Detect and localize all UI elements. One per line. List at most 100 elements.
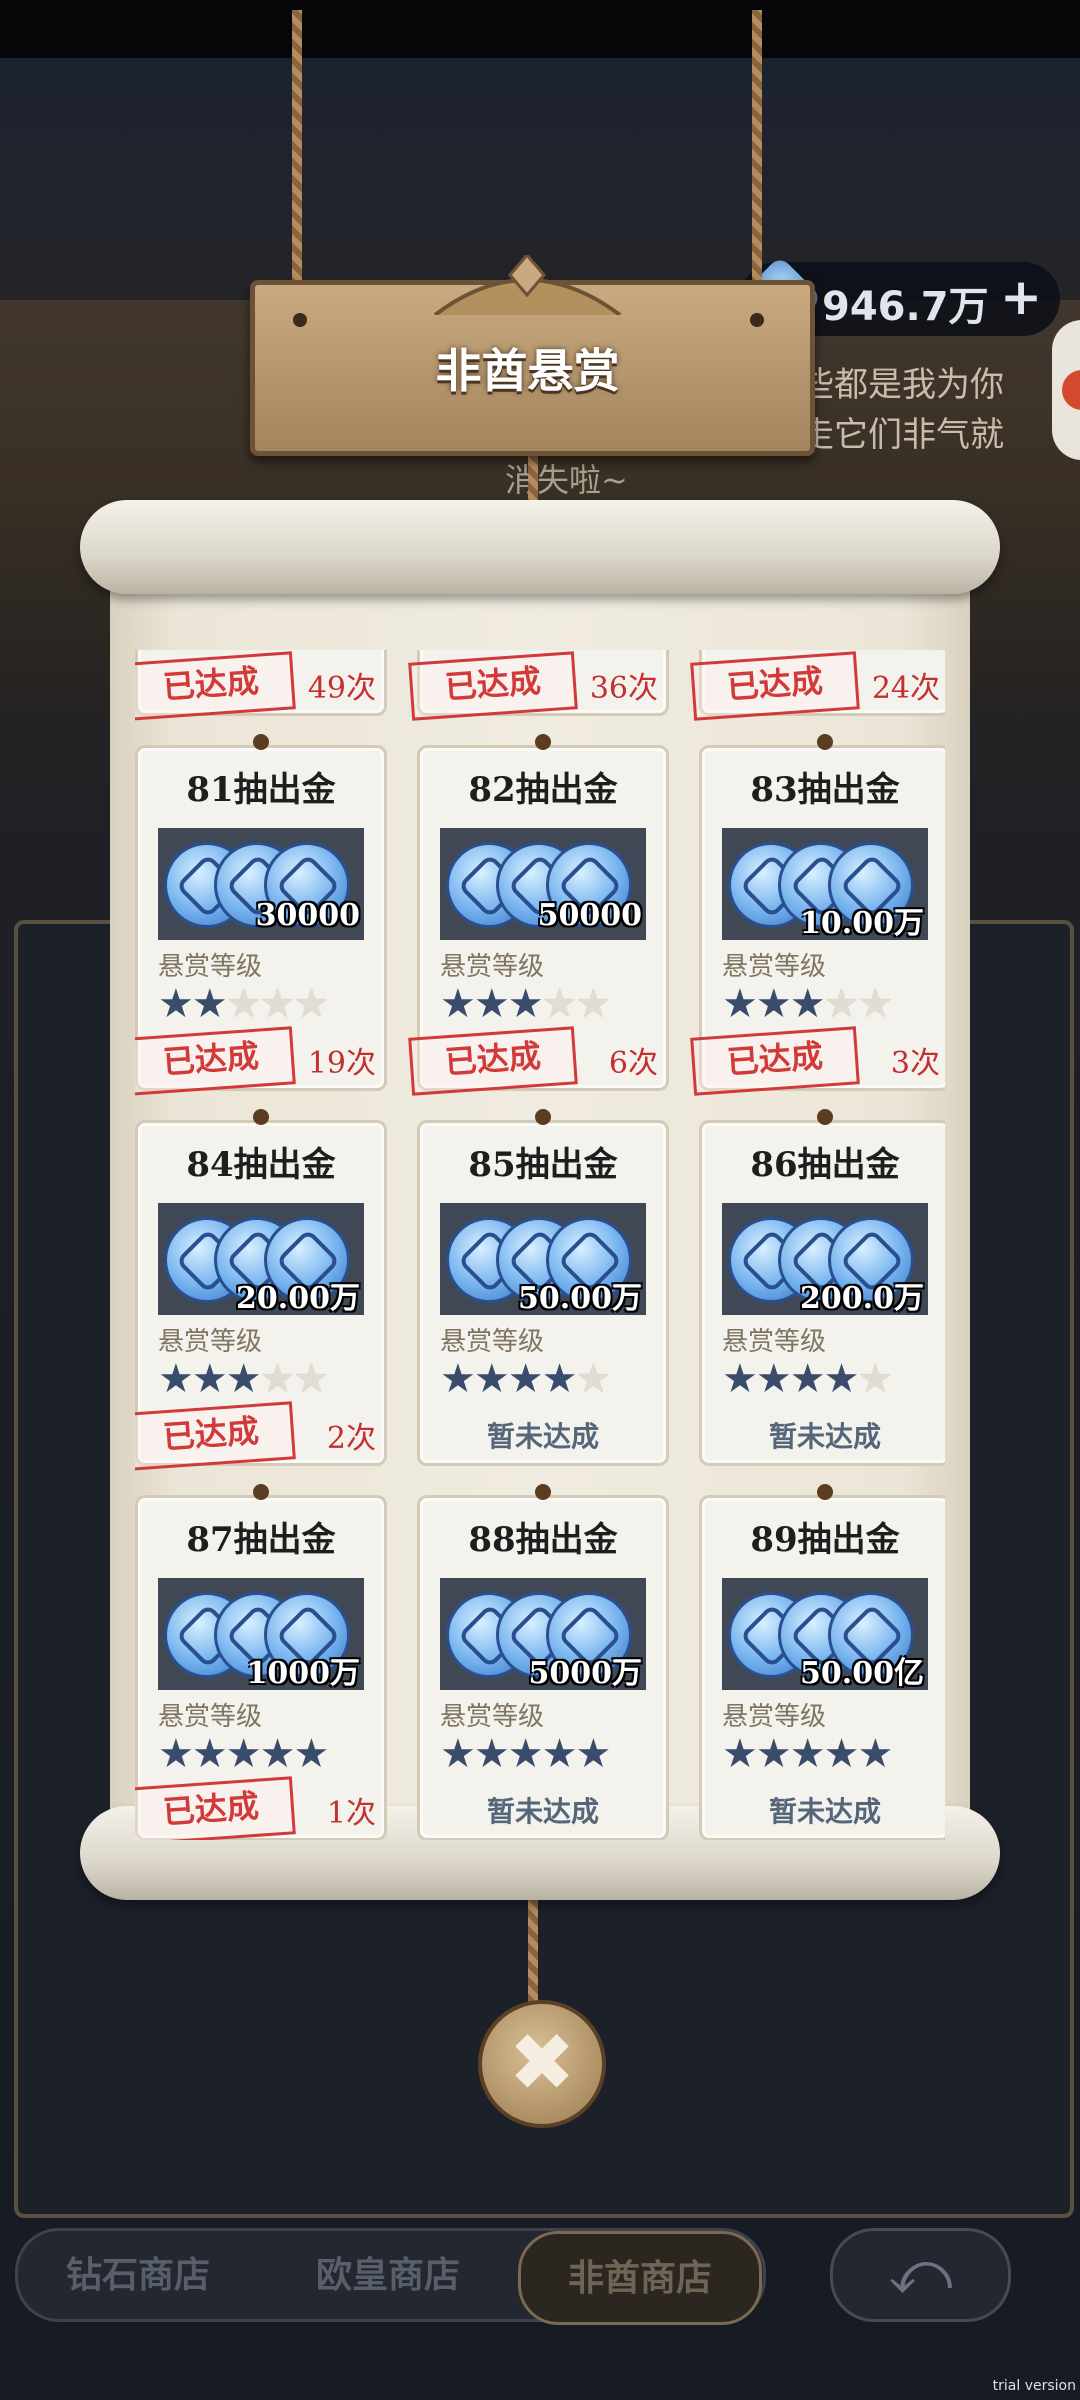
reward-amount: 5000万: [528, 1656, 643, 1691]
achieved-stamp: 已达成: [408, 1026, 578, 1096]
bounty-card[interactable]: 88抽出金 5000万 悬赏等级 ★★★★★ 暂未达成: [417, 1484, 669, 1840]
bounty-level-label: 悬赏等级: [440, 952, 545, 982]
bounty-card[interactable]: 89抽出金 50.00亿 悬赏等级 ★★★★★ 暂未达成: [699, 1484, 945, 1840]
bounty-title: 87抽出金: [186, 1520, 336, 1560]
star-rating: ★★★★★: [158, 1357, 368, 1401]
notification-dot-icon: [1062, 370, 1080, 410]
star-icon: ★: [541, 1731, 578, 1777]
bounty-card[interactable]: 87抽出金 1000万 悬赏等级 ★★★★★ 已达成 1次: [135, 1484, 387, 1840]
achieved-stamp: 已达成: [690, 1026, 860, 1096]
star-icon: ★: [158, 981, 194, 1027]
bounty-card[interactable]: 83抽出金 10.00万 悬赏等级 ★★★★★ 已达成 3次: [690, 734, 945, 1096]
achieved-stamp: 已达成: [135, 1026, 296, 1096]
bounty-grid[interactable]: ★★★★★已达成49次 ★★★★★已达成36次 ★★★★★已达成24次 81抽出金30…: [135, 650, 945, 1840]
reward-amount: 50.00亿: [800, 1656, 924, 1691]
achieved-count: 2次: [326, 1421, 376, 1456]
star-icon: ★: [225, 981, 262, 1027]
reward-amount: 20.00万: [236, 1281, 360, 1316]
star-icon: ★: [755, 1731, 792, 1777]
bounty-title: 84抽出金: [186, 1145, 336, 1185]
achieved-stamp: 已达成: [135, 1401, 296, 1471]
add-currency-button[interactable]: +: [1000, 268, 1042, 326]
status-bar: [0, 0, 1080, 58]
bounty-title: 88抽出金: [468, 1520, 618, 1560]
reward-amount: 50.00万: [518, 1281, 642, 1316]
bounty-level-label: 悬赏等级: [440, 1327, 545, 1357]
bounty-title: 85抽出金: [468, 1145, 618, 1185]
star-icon: ★: [293, 981, 329, 1027]
bounty-level-label: 悬赏等级: [722, 1327, 827, 1357]
star-icon: ★: [440, 981, 476, 1027]
reward-amount: 1000万: [246, 1656, 361, 1691]
bounty-card[interactable]: 82抽出金 50000 悬赏等级 ★★★★★ 已达成 6次: [408, 734, 669, 1096]
reward-amount: 200.0万: [800, 1281, 924, 1316]
achieved-stamp: 已达成: [135, 1776, 296, 1840]
star-icon: ★: [857, 981, 893, 1027]
star-icon: ★: [541, 1356, 578, 1402]
pin-icon: [535, 1484, 551, 1500]
tab-lucky-shop[interactable]: 欧皇商店: [268, 2231, 508, 2319]
star-icon: ★: [789, 1731, 826, 1777]
bounty-card[interactable]: 86抽出金 200.0万 悬赏等级 ★★★★★ 暂未达成: [699, 1109, 945, 1466]
bounty-card[interactable]: 85抽出金 50.00万 悬赏等级 ★★★★★ 暂未达成: [417, 1109, 669, 1466]
star-icon: ★: [225, 1731, 262, 1777]
not-achieved-label: 暂未达成: [486, 1420, 599, 1453]
star-icon: ★: [722, 981, 758, 1027]
bounty-card[interactable]: ★★★★★已达成 36次: [408, 650, 669, 721]
reward-box: 5000万: [440, 1578, 646, 1691]
not-achieved-label: 暂未达成: [768, 1795, 881, 1828]
star-rating: ★★★★★: [158, 1732, 368, 1776]
achieved-count: 1次: [326, 1796, 376, 1831]
achieved-count: 3次: [890, 1046, 940, 1081]
tab-unlucky-shop[interactable]: 非酋商店: [518, 2231, 762, 2325]
reward-box: 200.0万: [722, 1203, 928, 1316]
bounty-level-label: 悬赏等级: [722, 952, 827, 982]
bounty-level-label: 悬赏等级: [722, 1702, 827, 1732]
npc-speech-line: 走它们非气就: [800, 415, 1004, 455]
star-icon: ★: [507, 981, 544, 1027]
nail-icon: [293, 313, 307, 327]
star-rating: ★★★★★: [158, 650, 368, 651]
bounty-card[interactable]: 84抽出金 20.00万悬赏等级 ★★★★★ 已达成 2次: [135, 1109, 387, 1471]
reward-box: 10.00万: [722, 828, 928, 941]
star-icon: ★: [191, 1356, 228, 1402]
star-icon: ★: [575, 1356, 611, 1402]
npc-speech-line: 消失啦~: [505, 461, 628, 499]
reward-box: 50.00万: [440, 1203, 646, 1316]
achieved-stamp: 已达成: [690, 651, 860, 721]
star-icon: ★: [473, 1356, 510, 1402]
star-icon: ★: [507, 1356, 544, 1402]
bounty-card[interactable]: ★★★★★已达成 24次: [690, 650, 945, 721]
star-icon: ★: [293, 1731, 329, 1777]
star-rating: ★★★★★: [158, 982, 368, 1026]
close-button[interactable]: ✖: [478, 2000, 606, 2128]
side-event-button[interactable]: [1052, 320, 1080, 460]
star-icon: ★: [722, 1731, 758, 1777]
scroll-top-roll: [80, 500, 1000, 594]
star-rating: ★★★★★: [722, 1357, 932, 1401]
reward-box: 50.00亿: [722, 1578, 928, 1691]
pin-icon: [817, 734, 833, 750]
star-icon: ★: [541, 981, 578, 1027]
star-icon: ★: [259, 981, 296, 1027]
star-rating: ★★★★★: [440, 650, 650, 651]
reward-amount: 10.00万: [800, 906, 924, 941]
achieved-stamp: 已达成: [408, 651, 578, 721]
bounty-signboard: 非酋悬赏: [250, 255, 815, 456]
star-icon: ★: [473, 1731, 510, 1777]
achieved-stamp: 已达成: [135, 651, 296, 721]
bounty-title: 非酋悬赏: [435, 344, 620, 398]
bounty-card[interactable]: 81抽出金 30000 悬赏等级 ★★★★★ 已达成 19次: [135, 734, 387, 1096]
bounty-scroll: ★★★★★已达成49次 ★★★★★已达成36次 ★★★★★已达成24次 81抽出金30…: [80, 500, 1000, 1900]
star-rating: ★★★★★: [440, 1732, 650, 1776]
back-button[interactable]: ⤺: [830, 2228, 1011, 2322]
reward-box: 50000: [440, 828, 646, 940]
nail-icon: [750, 313, 764, 327]
bounty-title: 82抽出金: [468, 770, 618, 810]
star-icon: ★: [823, 1356, 860, 1402]
tab-diamond-shop[interactable]: 钻石商店: [18, 2231, 258, 2319]
star-icon: ★: [191, 981, 228, 1027]
pin-icon: [253, 734, 269, 750]
bounty-card[interactable]: ★★★★★已达成 49次: [135, 650, 387, 721]
bounty-level-label: 悬赏等级: [158, 1327, 263, 1357]
